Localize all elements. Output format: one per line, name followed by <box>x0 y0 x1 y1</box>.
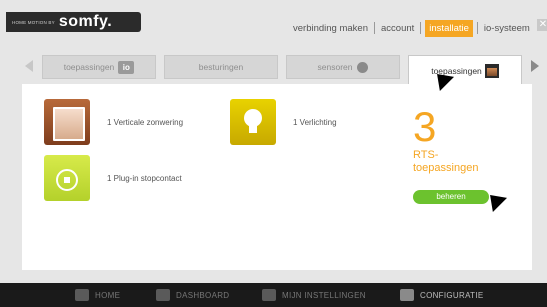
vertical-awning-icon <box>44 99 90 145</box>
bulb-glass <box>244 109 262 127</box>
top-menu: verbinding maken account installatie io-… <box>291 17 532 39</box>
nav-label: MIJN INSTELLINGEN <box>282 290 366 300</box>
sensor-dot-icon <box>357 61 369 73</box>
nav-configuratie[interactable]: CONFIGURATIE <box>400 283 483 307</box>
user-icon <box>262 289 276 301</box>
device-label: 1 Verlichting <box>293 117 337 127</box>
brand-logo[interactable]: HOME MOTION BY somfy. <box>6 12 141 32</box>
lightbulb-icon <box>230 99 276 145</box>
tab-toepassingen-io[interactable]: toepassingen io <box>42 55 156 79</box>
nav-dashboard[interactable]: DASHBOARD <box>156 283 229 307</box>
arrow-left-icon[interactable] <box>25 60 33 72</box>
rts-count: 3 <box>413 103 437 150</box>
home-icon <box>75 289 89 301</box>
gear-icon <box>400 289 414 301</box>
device-label: 1 Verticale zonwering <box>107 117 184 127</box>
device-plug-in-stopcontact[interactable]: 1 Plug-in stopcontact <box>44 155 182 201</box>
tab-label: sensoren <box>317 62 353 72</box>
menu-divider <box>420 22 422 34</box>
bottom-nav: HOME DASHBOARD MIJN INSTELLINGEN CONFIGU… <box>0 283 547 307</box>
device-verticale-zonwering[interactable]: 1 Verticale zonwering <box>44 99 183 145</box>
tab-besturingen[interactable]: besturingen <box>164 55 278 79</box>
menu-installatie[interactable]: installatie <box>425 19 473 37</box>
menu-divider <box>374 22 375 34</box>
rts-label-line1: RTS- <box>413 149 439 161</box>
io-badge-icon: io <box>118 60 135 74</box>
nav-label: HOME <box>95 290 121 300</box>
close-icon[interactable]: ✕ <box>537 19 547 31</box>
dashboard-icon <box>156 289 170 301</box>
menu-verbinding-maken[interactable]: verbinding maken <box>291 23 370 34</box>
nav-home[interactable]: HOME <box>75 283 120 307</box>
rts-badge-icon <box>484 63 499 78</box>
tab-toepassingen-rts[interactable]: toepassingen <box>408 55 522 85</box>
rts-label: RTS- toepassingen <box>413 149 478 175</box>
menu-divider <box>476 22 478 34</box>
brand-name: somfy. <box>58 13 113 30</box>
tab-label: besturingen <box>198 62 244 72</box>
rts-label-line2: toepassingen <box>413 162 479 174</box>
device-label: 1 Plug-in stopcontact <box>107 173 182 183</box>
nav-label: CONFIGURATIE <box>420 290 484 300</box>
brand-tagline: HOME MOTION BY <box>12 19 55 25</box>
nav-mijn-instellingen[interactable]: MIJN INSTELLINGEN <box>262 283 366 307</box>
device-verlichting[interactable]: 1 Verlichting <box>230 99 337 145</box>
tab-sensoren[interactable]: sensoren <box>286 55 400 79</box>
menu-account[interactable]: account <box>379 23 416 34</box>
tab-label: toepassingen <box>63 62 115 72</box>
arrow-right-icon[interactable] <box>531 60 539 72</box>
nav-label: DASHBOARD <box>176 290 230 300</box>
frame-left <box>0 84 22 270</box>
bulb-base <box>249 126 257 133</box>
menu-io-systeem[interactable]: io-systeem <box>482 23 532 34</box>
plug-in-socket-icon <box>44 155 90 201</box>
frame-right <box>532 84 547 270</box>
beheren-button[interactable]: beheren <box>413 190 489 204</box>
plug-shape <box>56 169 78 191</box>
